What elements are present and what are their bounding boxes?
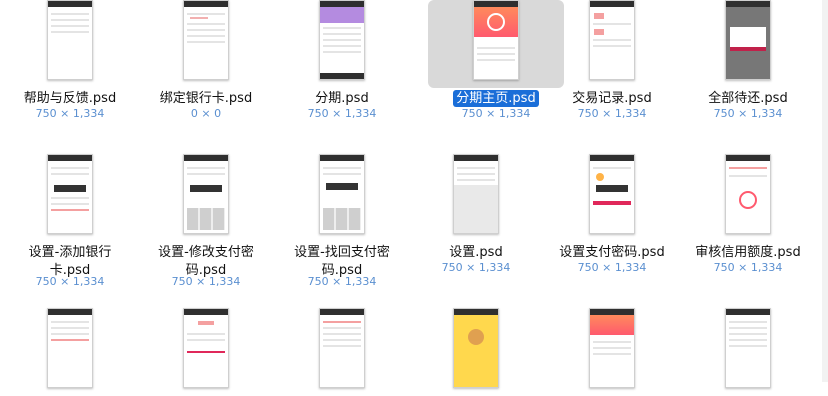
- psd-preview: [589, 0, 635, 80]
- file-name[interactable]: 分期.psd: [274, 90, 410, 108]
- psd-preview: [453, 154, 499, 234]
- psd-preview: [589, 154, 635, 234]
- file-thumbnail[interactable]: [544, 0, 680, 88]
- file-thumbnail[interactable]: [274, 154, 410, 242]
- psd-preview: [47, 308, 93, 388]
- psd-preview: [319, 308, 365, 388]
- psd-preview: [725, 0, 771, 80]
- file-dimensions: 750 × 1,334: [307, 275, 377, 288]
- file-name[interactable]: 设置支付密码.psd: [544, 244, 680, 262]
- psd-preview: [183, 154, 229, 234]
- file-dimensions: 750 × 1,334: [577, 107, 647, 120]
- file-dimensions: 750 × 1,334: [713, 107, 783, 120]
- file-dimensions: 750 × 1,334: [577, 261, 647, 274]
- file-dimensions: 750 × 1,334: [35, 107, 105, 120]
- psd-preview: [473, 0, 519, 80]
- file-thumbnail[interactable]: [408, 308, 544, 396]
- file-dimensions: 750 × 1,334: [35, 275, 105, 288]
- file-thumbnail[interactable]: [680, 308, 816, 396]
- file-thumbnail[interactable]: [138, 0, 274, 88]
- psd-preview: [183, 308, 229, 388]
- file-thumbnail[interactable]: [274, 0, 410, 88]
- file-thumbnail[interactable]: [544, 154, 680, 242]
- file-thumbnail[interactable]: [138, 308, 274, 396]
- file-dimensions: 750 × 1,334: [713, 261, 783, 274]
- file-name[interactable]: 设置.psd: [408, 244, 544, 262]
- psd-preview: [47, 0, 93, 80]
- psd-preview: [453, 308, 499, 388]
- file-dimensions: 750 × 1,334: [441, 261, 511, 274]
- psd-preview: [183, 0, 229, 80]
- file-name[interactable]: 全部待还.psd: [680, 90, 816, 108]
- file-dimensions: 750 × 1,334: [171, 275, 241, 288]
- file-name[interactable]: 交易记录.psd: [544, 90, 680, 108]
- psd-preview: [47, 154, 93, 234]
- psd-preview: [319, 154, 365, 234]
- file-thumbnail[interactable]: [680, 154, 816, 242]
- file-thumbnail[interactable]: [544, 308, 680, 396]
- file-name[interactable]: 审核信用额度.psd: [680, 244, 816, 262]
- file-grid: 帮助与反馈.psd 750 × 1,334 绑定银行卡.psd 0 × 0 分期…: [0, 0, 828, 388]
- file-dimensions: 750 × 1,334: [307, 107, 377, 120]
- scrollbar[interactable]: [822, 0, 828, 382]
- file-name[interactable]: 帮助与反馈.psd: [2, 90, 138, 108]
- psd-preview: [589, 308, 635, 388]
- psd-preview: [319, 0, 365, 80]
- file-thumbnail[interactable]: [408, 154, 544, 242]
- psd-preview: [725, 308, 771, 388]
- file-thumbnail[interactable]: [2, 308, 138, 396]
- file-name-label[interactable]: 分期主页.psd: [453, 90, 539, 107]
- file-thumbnail[interactable]: [2, 0, 138, 88]
- file-thumbnail[interactable]: [680, 0, 816, 88]
- file-dimensions: 0 × 0: [190, 107, 222, 120]
- psd-preview: [725, 154, 771, 234]
- file-thumbnail[interactable]: [2, 154, 138, 242]
- file-thumbnail[interactable]: [138, 154, 274, 242]
- file-thumbnail[interactable]: [274, 308, 410, 396]
- file-name[interactable]: 绑定银行卡.psd: [138, 90, 274, 108]
